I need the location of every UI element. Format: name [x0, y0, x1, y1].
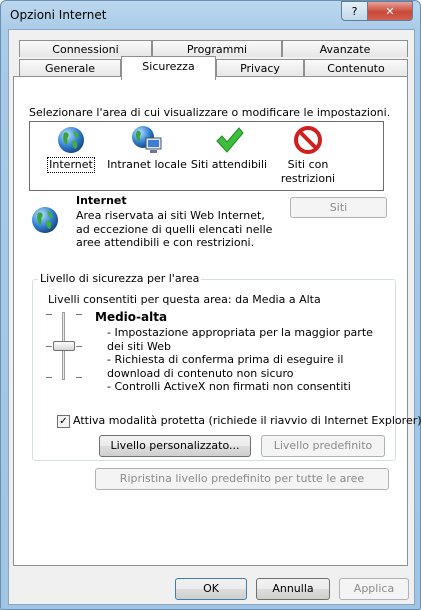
protected-mode-checkbox[interactable]: ✓ [57, 415, 70, 428]
title-bar[interactable]: Opzioni Internet ? ✕ [1, 1, 420, 29]
help-button[interactable]: ? [341, 1, 368, 21]
zone-title: Internet [76, 194, 127, 207]
window-title: Opzioni Internet [10, 8, 107, 22]
globe-icon [58, 127, 84, 153]
tab-sicurezza[interactable]: Sicurezza [121, 56, 216, 80]
level-bullet: - Richiesta di conferma prima di eseguir… [107, 353, 344, 380]
ok-button[interactable]: OK [175, 578, 247, 600]
close-icon: ✕ [385, 4, 395, 18]
checkmark-icon [216, 127, 244, 153]
security-level-group: Livello di sicurezza per l'area Livelli … [32, 272, 421, 461]
allowed-levels-text: Livelli consentiti per questa area: da M… [48, 293, 321, 306]
tab-avanzate[interactable]: Avanzate [282, 40, 408, 57]
security-level-slider[interactable] [46, 310, 82, 382]
security-panel: Selezionare l'area di cui visualizzare o… [13, 76, 421, 566]
tab-programmi[interactable]: Programmi [152, 40, 282, 57]
zone-label: Siti con restrizioni [280, 158, 336, 185]
zone-intranet[interactable]: Intranet locale [106, 122, 188, 172]
globe-icon [32, 207, 58, 233]
check-icon: ✓ [59, 416, 68, 427]
default-level-button[interactable]: Livello predefinito [261, 435, 385, 457]
level-name: Medio-alta [95, 310, 168, 324]
zone-label: Intranet locale [107, 158, 187, 171]
protected-mode-label[interactable]: Attiva modalità protetta (richiede il ri… [73, 414, 421, 427]
zones-instruction: Selezionare l'area di cui visualizzare o… [29, 106, 391, 119]
group-title: Livello di sicurezza per l'area [38, 272, 202, 285]
zone-restricted[interactable]: Siti con restrizioni [267, 122, 349, 186]
zones-list: Internet Intranet locale Siti attendibil… [29, 121, 384, 191]
zone-internet[interactable]: Internet [30, 122, 112, 173]
level-bullet: - Controlli ActiveX non firmati non cons… [107, 380, 351, 393]
slider-thumb[interactable] [53, 341, 75, 351]
level-description: - Impostazione appropriata per la maggio… [107, 326, 377, 394]
custom-level-button[interactable]: Livello personalizzato... [99, 435, 251, 457]
close-button[interactable]: ✕ [367, 1, 413, 21]
tab-connessioni[interactable]: Connessioni [19, 40, 152, 57]
reset-all-button[interactable]: Ripristina livello predefinito per tutte… [95, 468, 389, 490]
apply-button[interactable]: Applica [339, 578, 409, 600]
intranet-icon [132, 126, 162, 153]
tab-generale[interactable]: Generale [19, 59, 121, 77]
cancel-button[interactable]: Annulla [256, 578, 330, 600]
dialog-client: Connessioni Programmi Avanzate Generale … [8, 29, 421, 605]
restricted-icon [294, 126, 322, 154]
tab-contenuto[interactable]: Contenuto [304, 59, 408, 77]
zone-label: Internet [47, 157, 95, 173]
help-icon: ? [351, 4, 358, 18]
zone-label: Siti attendibili [190, 158, 268, 171]
level-bullet: - Impostazione appropriata per la maggio… [107, 326, 373, 353]
tab-privacy[interactable]: Privacy [216, 59, 304, 77]
sites-button[interactable]: Siti [290, 197, 387, 218]
zone-trusted[interactable]: Siti attendibili [188, 122, 270, 172]
zone-description: Area riservata ai siti Web Internet, ad … [76, 209, 273, 249]
dialog-window: Opzioni Internet ? ✕ Connessioni Program… [0, 0, 421, 610]
